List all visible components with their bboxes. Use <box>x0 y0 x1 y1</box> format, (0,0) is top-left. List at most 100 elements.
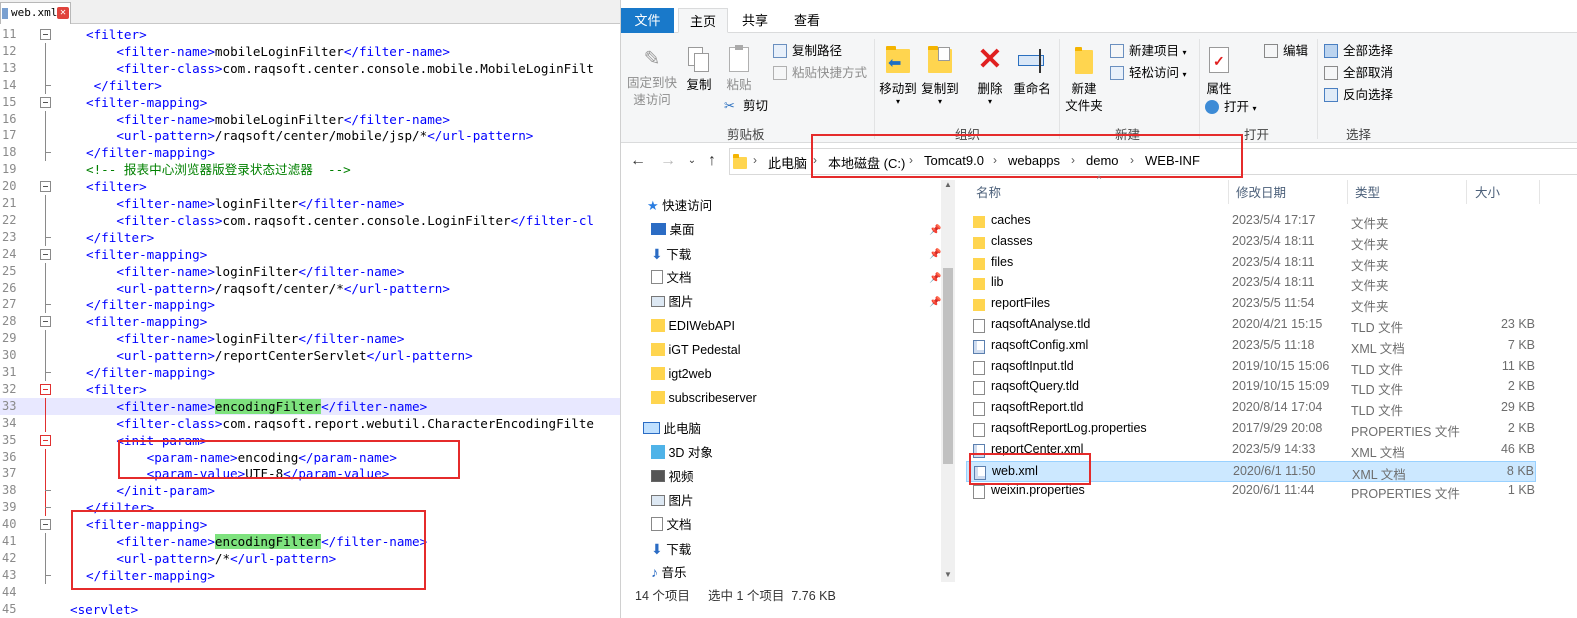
column-divider[interactable] <box>1228 180 1229 204</box>
code-line[interactable]: 42 <url-pattern>/*</url-pattern> <box>0 549 620 567</box>
recent-locations-icon[interactable]: ⌄ <box>681 150 703 172</box>
new-folder-button[interactable]: 新建 文件夹 <box>1062 45 1106 115</box>
nav-documents-pc[interactable]: 文档 <box>651 513 692 537</box>
code-line[interactable]: 40 <filter-mapping> <box>0 516 620 533</box>
select-all-button[interactable]: 全部选择 <box>1324 41 1393 61</box>
select-none-button[interactable]: 全部取消 <box>1324 63 1393 83</box>
invert-selection-button[interactable]: 反向选择 <box>1324 85 1393 105</box>
nav-this-pc[interactable]: 此电脑 <box>643 417 701 441</box>
file-row[interactable]: raqsoftConfig.xml 2023/5/5 11:18 XML 文档 7 K… <box>966 336 1536 357</box>
fold-toggle-icon[interactable] <box>40 316 51 328</box>
edit-button[interactable]: 编辑 <box>1264 41 1308 61</box>
pin-icon[interactable]: 📌 <box>929 273 941 285</box>
nav-recent-folder[interactable]: EDIWebAPI <box>651 314 735 338</box>
move-to-button[interactable]: ⬅ 移动到 ▾ <box>879 45 917 106</box>
file-row[interactable]: lib 2023/5/4 18:11 文件夹 <box>966 273 1536 294</box>
file-row[interactable]: raqsoftAnalyse.tld 2020/4/21 15:15 TLD 文件 2… <box>966 315 1536 336</box>
code-line[interactable]: 36 <param-name>encoding</param-name> <box>0 448 620 466</box>
code-line[interactable]: 14 </filter> <box>0 76 620 94</box>
nav-3d-objects[interactable]: 3D 对象 <box>651 441 713 465</box>
code-line[interactable]: 18 </filter-mapping> <box>0 144 620 162</box>
fold-toggle-icon[interactable] <box>40 248 51 260</box>
file-list[interactable]: 名称 ^ 修改日期 类型 大小 caches 2023/5/4 17:17 文件夹 c… <box>966 174 1577 582</box>
file-row[interactable]: raqsoftInput.tld 2019/10/15 15:06 TLD 文件 11… <box>966 357 1536 378</box>
code-line[interactable]: 24 <filter-mapping> <box>0 246 620 263</box>
scroll-down-icon[interactable]: ▼ <box>944 570 952 579</box>
breadcrumb-item[interactable]: Tomcat9.0 <box>924 153 984 168</box>
tab-home[interactable]: 主页 <box>678 8 728 33</box>
tab-file[interactable]: 文件 <box>621 8 674 33</box>
nav-quick-access[interactable]: ★ 快速访问 <box>647 194 712 218</box>
tab-view[interactable]: 查看 <box>785 8 829 33</box>
tab-web-xml[interactable]: web.xml ✕ <box>0 2 71 24</box>
breadcrumb-item[interactable]: WEB-INF <box>1145 153 1200 168</box>
code-line[interactable]: 21 <filter-name>loginFilter</filter-name… <box>0 195 620 212</box>
code-line[interactable]: 35 <init-param> <box>0 432 620 449</box>
column-header-type[interactable]: 类型 <box>1355 181 1380 205</box>
breadcrumb-item[interactable]: 本地磁盘 (C:) <box>828 153 905 172</box>
code-line[interactable]: 27 </filter-mapping> <box>0 296 620 314</box>
file-row[interactable]: reportFiles 2023/5/5 11:54 文件夹 <box>966 294 1536 315</box>
easy-access-button[interactable]: 轻松访问 ▾ <box>1110 63 1187 83</box>
code-line[interactable]: 38 </init-param> <box>0 482 620 500</box>
cut-button[interactable]: ✂ 剪切 <box>724 96 768 116</box>
rename-button[interactable]: 重命名 <box>1011 45 1053 98</box>
file-row[interactable]: web.xml 2020/6/1 11:50 XML 文档 8 KB <box>966 460 1536 482</box>
file-row[interactable]: raqsoftQuery.tld 2019/10/15 15:09 TLD 文件 2 … <box>966 377 1536 398</box>
paste-button[interactable]: 粘贴 <box>723 45 755 94</box>
properties-button[interactable]: ✓ 属性 <box>1202 45 1236 98</box>
nav-downloads[interactable]: ⬇ 下载 <box>651 242 691 266</box>
code-line[interactable]: 20 <filter> <box>0 178 620 195</box>
fold-toggle-icon[interactable] <box>40 383 51 395</box>
column-divider[interactable] <box>1347 180 1348 204</box>
fold-toggle-icon[interactable] <box>40 181 51 193</box>
nav-recent-folder[interactable]: subscribeserver <box>651 386 757 410</box>
code-line[interactable]: 12 <filter-name>mobileLoginFilter</filte… <box>0 42 620 60</box>
fold-toggle-icon[interactable] <box>40 29 51 40</box>
tab-share[interactable]: 共享 <box>733 8 777 33</box>
scroll-up-icon[interactable]: ▲ <box>944 180 952 189</box>
file-row[interactable]: reportCenter.xml 2023/5/9 14:33 XML 文档 46 K… <box>966 440 1536 461</box>
file-row[interactable]: weixin.properties 2020/6/1 11:44 PROPERTIE… <box>966 481 1536 502</box>
column-header-name[interactable]: 名称 <box>976 181 1001 205</box>
back-arrow-icon[interactable]: ← <box>627 150 649 172</box>
fold-toggle-icon[interactable] <box>40 96 51 108</box>
code-line[interactable]: 34 <filter-class>com.raqsoft.report.webu… <box>0 414 620 432</box>
forward-arrow-icon[interactable]: → <box>657 150 679 172</box>
code-line[interactable]: 17 <url-pattern>/raqsoft/center/mobile/j… <box>0 127 620 145</box>
open-button[interactable]: 打开 ▾ <box>1205 97 1257 117</box>
file-row[interactable]: raqsoftReport.tld 2020/8/14 17:04 TLD 文件 29… <box>966 398 1536 419</box>
new-item-button[interactable]: 新建项目 ▾ <box>1110 41 1187 61</box>
code-line[interactable]: 30 <url-pattern>/reportCenterServlet</ur… <box>0 347 620 365</box>
code-line[interactable]: 26 <url-pattern>/raqsoft/center/*</url-p… <box>0 279 620 297</box>
nav-pictures[interactable]: 图片 <box>651 290 694 314</box>
code-line[interactable]: 37 <param-value>UTF-8</param-value> <box>0 465 620 483</box>
nav-documents[interactable]: 文档 <box>651 266 692 290</box>
column-divider[interactable] <box>1466 180 1467 204</box>
code-line[interactable]: 39 </filter> <box>0 499 620 517</box>
paste-shortcut-button[interactable]: 粘贴快捷方式 <box>773 63 867 83</box>
pin-quick-access-button[interactable]: ✎ 固定到快速访问 <box>626 47 678 109</box>
code-line[interactable]: 11 <filter> <box>0 26 620 43</box>
code-line[interactable]: 33 <filter-name>encodingFilter</filter-n… <box>0 397 620 415</box>
up-arrow-icon[interactable]: ↑ <box>701 150 723 172</box>
pin-icon[interactable]: 📌 <box>929 297 941 309</box>
nav-pictures-pc[interactable]: 图片 <box>651 489 694 513</box>
delete-button[interactable]: ✕ 删除 ▾ <box>973 45 1007 106</box>
file-row[interactable]: files 2023/5/4 18:11 文件夹 <box>966 253 1536 274</box>
column-divider[interactable] <box>1539 180 1540 204</box>
nav-music[interactable]: ♪ 音乐 <box>651 560 687 584</box>
code-line[interactable]: 31 </filter-mapping> <box>0 364 620 381</box>
nav-scrollbar[interactable]: ▲ ▼ <box>941 180 955 582</box>
pin-icon[interactable]: 📌 <box>929 225 941 237</box>
code-line[interactable]: 28 <filter-mapping> <box>0 313 620 330</box>
nav-recent-folder[interactable]: iGT Pedestal <box>651 338 741 362</box>
breadcrumb-item[interactable]: webapps <box>1008 153 1060 168</box>
code-line[interactable]: 15 <filter-mapping> <box>0 94 620 111</box>
copy-button[interactable]: 复制 <box>683 47 715 94</box>
file-row[interactable]: caches 2023/5/4 17:17 文件夹 <box>966 211 1536 232</box>
breadcrumb-item[interactable]: 此电脑 <box>768 153 807 172</box>
copy-to-button[interactable]: 复制到 ▾ <box>921 45 959 106</box>
close-tab-icon[interactable]: ✕ <box>57 7 69 19</box>
nav-downloads-pc[interactable]: ⬇ 下载 <box>651 537 691 561</box>
